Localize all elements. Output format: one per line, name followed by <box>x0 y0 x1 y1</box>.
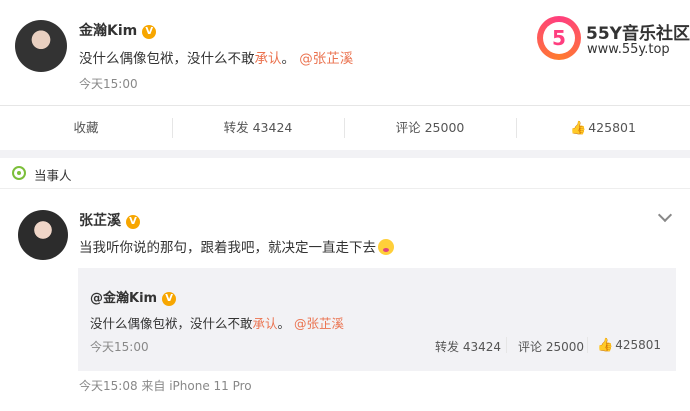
repost-text-suffix: 。 <box>277 316 291 331</box>
like-button[interactable]: 👍 425801 <box>516 106 690 150</box>
comment-button[interactable]: 评论 25000 <box>344 106 516 150</box>
post-text-suffix: 。 <box>281 51 296 67</box>
thumbs-up-icon: 👍 <box>570 121 587 136</box>
post-text: 当我听你说的那句，跟着我吧，就决定一直走下去 <box>79 236 394 256</box>
mention-link[interactable]: @张芷溪 <box>299 51 353 67</box>
repost-button[interactable]: 转发 43424 <box>172 106 344 150</box>
avatar[interactable] <box>18 210 68 260</box>
post-text-main: 当我听你说的那句，跟着我吧，就决定一直走下去 <box>79 240 376 256</box>
like-count: 425801 <box>615 338 661 352</box>
post-text: 没什么偶像包袱，没什么不敢承认。 @张芷溪 <box>79 47 353 67</box>
watermark-url: www.55y.top <box>587 42 670 57</box>
repost-time[interactable]: 今天15:00 <box>90 338 149 355</box>
post-time[interactable]: 今天15:00 <box>79 75 138 92</box>
repost-text-highlight[interactable]: 承认 <box>253 316 278 331</box>
watermark-title: 55Y音乐社区 <box>586 24 690 44</box>
verified-badge-icon: V <box>142 25 157 39</box>
author-name[interactable]: 金瀚Kim V <box>79 20 157 40</box>
like-count: 425801 <box>588 120 636 135</box>
avatar[interactable] <box>15 20 67 72</box>
action-bar: 收藏 转发 43424 评论 25000 👍 425801 <box>0 105 690 150</box>
logo-glyph: 5 <box>543 22 575 54</box>
comment-count[interactable]: 评论 25000 <box>518 338 584 355</box>
mention-link[interactable]: @张芷溪 <box>294 316 344 331</box>
thumbs-up-icon: 👍 <box>597 338 614 353</box>
author-name-text[interactable]: 张芷溪 <box>79 213 121 229</box>
verified-badge-icon: V <box>126 215 140 229</box>
location-pin-icon <box>12 166 26 180</box>
post-text-highlight[interactable]: 承认 <box>255 51 282 67</box>
repost-count[interactable]: 转发 43424 <box>435 338 501 355</box>
divider <box>587 337 588 353</box>
repost-text: 没什么偶像包袱，没什么不敢承认。 @张芷溪 <box>90 313 344 332</box>
weibo-post-1: 金瀚Kim V 没什么偶像包袱，没什么不敢承认。 @张芷溪 今天15:00 5 5… <box>0 0 690 150</box>
repost-text-main: 没什么偶像包袱，没什么不敢 <box>90 316 253 331</box>
collect-button[interactable]: 收藏 <box>0 106 172 150</box>
emoji-icon <box>378 239 394 255</box>
author-name-text[interactable]: 金瀚Kim <box>79 23 137 39</box>
author-name[interactable]: 张芷溪 V <box>79 210 140 230</box>
site-logo-icon: 5 <box>537 16 581 60</box>
post-text-main: 没什么偶像包袱，没什么不敢 <box>79 51 255 67</box>
verified-badge-icon: V <box>162 292 177 306</box>
section-header: 当事人 <box>0 158 690 189</box>
divider <box>506 337 507 353</box>
repost-author-text[interactable]: @金瀚Kim <box>90 291 157 306</box>
section-label: 当事人 <box>34 168 72 183</box>
repost-author[interactable]: @金瀚Kim V <box>90 287 177 306</box>
post-time-source[interactable]: 今天15:08 来自 iPhone 11 Pro <box>79 377 252 394</box>
like-button[interactable]: 👍 425801 <box>597 338 661 353</box>
